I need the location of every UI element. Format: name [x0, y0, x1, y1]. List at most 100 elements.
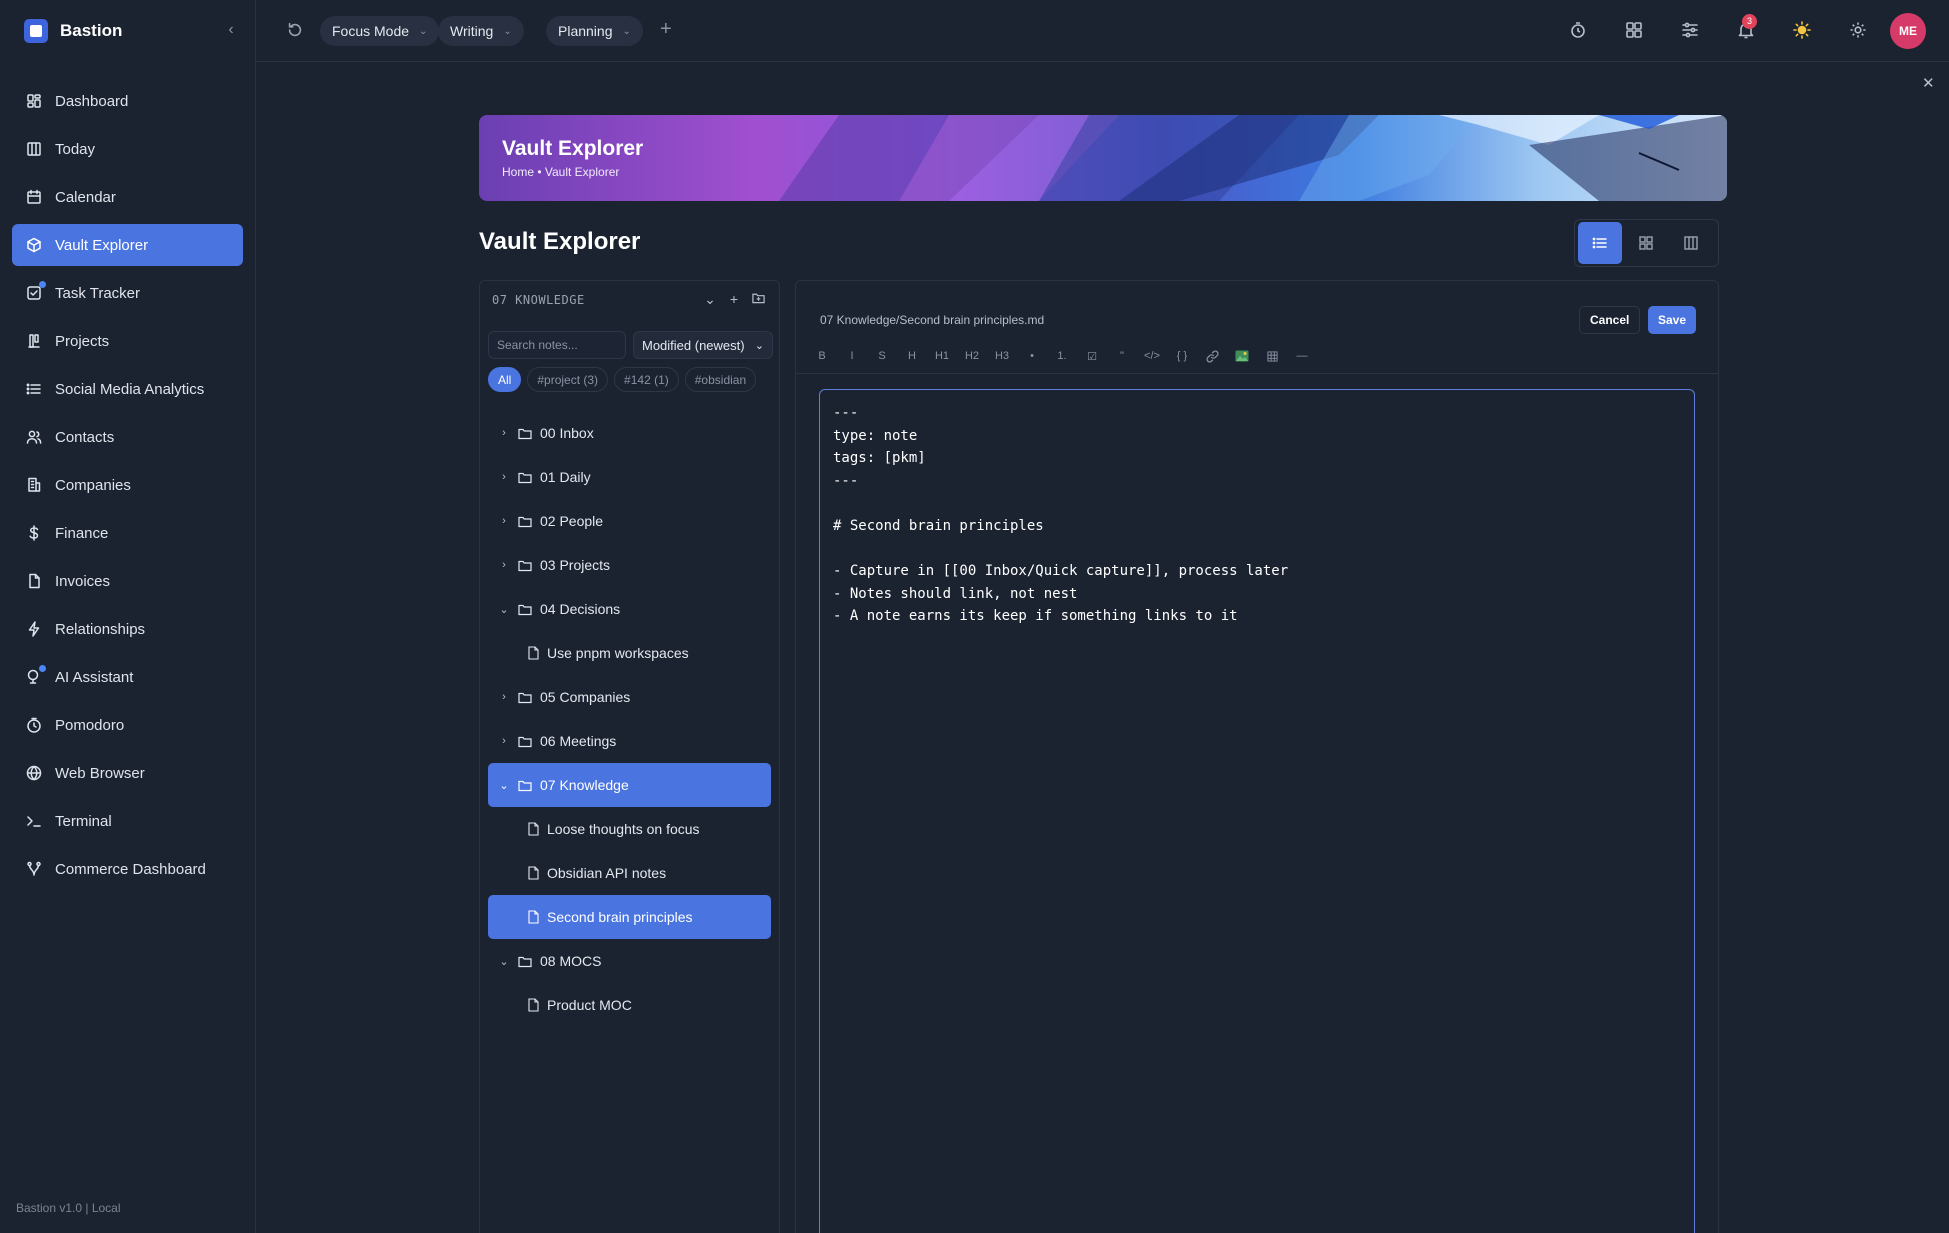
chevron-right-icon[interactable]: ›	[496, 427, 512, 439]
sun-icon[interactable]	[1792, 20, 1814, 42]
image-icon[interactable]	[1230, 345, 1254, 367]
format-button[interactable]: —	[1290, 345, 1314, 367]
branch-icon	[25, 860, 43, 878]
folder-row[interactable]: › 05 Companies	[488, 675, 771, 719]
file-row[interactable]: Second brain principles	[488, 895, 771, 939]
folder-icon	[518, 515, 532, 528]
sidebar-item-finance[interactable]: Finance	[12, 512, 243, 554]
close-icon[interactable]: ✕	[1922, 74, 1935, 92]
note-editor: 07 Knowledge/Second brain principles.md …	[795, 280, 1719, 1233]
sidebar-item-social-media-analytics[interactable]: Social Media Analytics	[12, 368, 243, 410]
sidebar-item-label: Finance	[55, 524, 109, 542]
chevron-right-icon[interactable]: ›	[496, 515, 512, 527]
sliders-icon[interactable]	[1680, 20, 1702, 42]
chevron-down-icon[interactable]: ⌄	[496, 955, 512, 968]
file-row[interactable]: Use pnpm workspaces	[488, 631, 771, 675]
sidebar-nav: Dashboard Today Calendar Vault Explorer Task…	[12, 80, 243, 896]
tab-focus-mode[interactable]: Focus Mode ⌄	[320, 16, 440, 46]
sidebar-item-projects[interactable]: Projects	[12, 320, 243, 362]
tab-writing[interactable]: Writing ⌄	[438, 16, 524, 46]
sidebar-item-commerce-dashboard[interactable]: Commerce Dashboard	[12, 848, 243, 890]
format-button[interactable]: { }	[1170, 345, 1194, 367]
sidebar-item-dashboard[interactable]: Dashboard	[12, 80, 243, 122]
sidebar-item-invoices[interactable]: Invoices	[12, 560, 243, 602]
file-icon	[528, 998, 539, 1012]
folder-row[interactable]: ⌄ 07 Knowledge	[488, 763, 771, 807]
sidebar-item-contacts[interactable]: Contacts	[12, 416, 243, 458]
new-folder-icon[interactable]	[752, 291, 765, 308]
format-button[interactable]: S	[870, 345, 894, 367]
folder-icon	[518, 471, 532, 484]
format-button[interactable]: H	[900, 345, 924, 367]
chevron-right-icon[interactable]: ›	[496, 471, 512, 483]
sidebar-item-vault-explorer[interactable]: Vault Explorer	[12, 224, 243, 266]
sidebar-item-calendar[interactable]: Calendar	[12, 176, 243, 218]
sidebar-item-relationships[interactable]: Relationships	[12, 608, 243, 650]
breadcrumb[interactable]: Home • Vault Explorer	[502, 165, 619, 179]
save-button[interactable]: Save	[1648, 306, 1697, 334]
format-button[interactable]: H3	[990, 345, 1014, 367]
folder-row[interactable]: ⌄ 04 Decisions	[488, 587, 771, 631]
format-button[interactable]: B	[810, 345, 834, 367]
folder-row[interactable]: › 01 Daily	[488, 455, 771, 499]
chevron-down-icon[interactable]: ⌄	[496, 603, 512, 616]
chevron-left-icon[interactable]: ‹	[222, 20, 240, 40]
folder-row[interactable]: › 06 Meetings	[488, 719, 771, 763]
format-button[interactable]: </>	[1140, 345, 1164, 367]
tab-label: Focus Mode	[332, 23, 410, 39]
format-button[interactable]: •	[1020, 345, 1044, 367]
folder-row[interactable]: › 00 Inbox	[488, 411, 771, 455]
add-note-icon[interactable]: +	[730, 291, 738, 308]
grid-view-button[interactable]	[1624, 222, 1668, 264]
sidebar-item-terminal[interactable]: Terminal	[12, 800, 243, 842]
format-button[interactable]: "	[1110, 345, 1134, 367]
folder-icon	[518, 779, 532, 792]
file-row[interactable]: Obsidian API notes	[488, 851, 771, 895]
tag-chip[interactable]: #142 (1)	[614, 367, 679, 392]
folder-row[interactable]: › 02 People	[488, 499, 771, 543]
folder-row[interactable]: ⌄ 08 MOCS	[488, 939, 771, 983]
columns-view-button[interactable]	[1669, 222, 1713, 264]
tag-chip[interactable]: #project (3)	[527, 367, 609, 392]
list-view-button[interactable]	[1578, 222, 1622, 264]
tab-planning[interactable]: Planning ⌄	[546, 16, 643, 46]
sidebar-item-today[interactable]: Today	[12, 128, 243, 170]
format-button[interactable]: ☑	[1080, 345, 1104, 367]
folder-row[interactable]: › 03 Projects	[488, 543, 771, 587]
avatar[interactable]: ME	[1890, 13, 1926, 49]
gear-icon[interactable]	[1848, 20, 1870, 42]
cancel-button[interactable]: Cancel	[1579, 306, 1641, 334]
table-icon[interactable]	[1260, 345, 1284, 367]
markdown-editor[interactable]: --- type: note tags: [pkm] --- # Second …	[819, 389, 1695, 1233]
chevron-down-icon[interactable]: ⌄	[496, 779, 512, 792]
brand[interactable]: Bastion	[24, 18, 122, 44]
format-button[interactable]: H2	[960, 345, 984, 367]
chevron-down-icon[interactable]: ⌄	[704, 291, 716, 308]
building-icon	[25, 476, 43, 494]
sidebar-item-ai-assistant[interactable]: AI Assistant	[12, 656, 243, 698]
search-input[interactable]	[488, 331, 626, 359]
tag-chip[interactable]: All	[488, 367, 522, 392]
add-tab-icon[interactable]: +	[660, 18, 672, 41]
format-button[interactable]: H1	[930, 345, 954, 367]
sort-select[interactable]: Modified (newest) ⌄	[633, 331, 773, 359]
chevron-right-icon[interactable]: ›	[496, 559, 512, 571]
sidebar-item-pomodoro[interactable]: Pomodoro	[12, 704, 243, 746]
tree-item-label: 08 MOCS	[540, 953, 602, 969]
file-row[interactable]: Product MOC	[488, 983, 771, 1027]
timer-icon[interactable]	[1568, 20, 1590, 42]
format-button[interactable]: 1.	[1050, 345, 1074, 367]
sidebar-item-companies[interactable]: Companies	[12, 464, 243, 506]
grid-icon[interactable]	[1624, 20, 1646, 42]
format-button[interactable]: I	[840, 345, 864, 367]
refresh-icon[interactable]	[286, 21, 304, 39]
file-row[interactable]: Loose thoughts on focus	[488, 807, 771, 851]
sidebar-item-web-browser[interactable]: Web Browser	[12, 752, 243, 794]
status-dot	[39, 665, 46, 672]
chevron-right-icon[interactable]: ›	[496, 735, 512, 747]
link-icon[interactable]	[1200, 345, 1224, 367]
chevron-right-icon[interactable]: ›	[496, 691, 512, 703]
page-title: Vault Explorer	[479, 228, 641, 255]
tag-chip[interactable]: #obsidian	[684, 367, 757, 392]
sidebar-item-task-tracker[interactable]: Task Tracker	[12, 272, 243, 314]
